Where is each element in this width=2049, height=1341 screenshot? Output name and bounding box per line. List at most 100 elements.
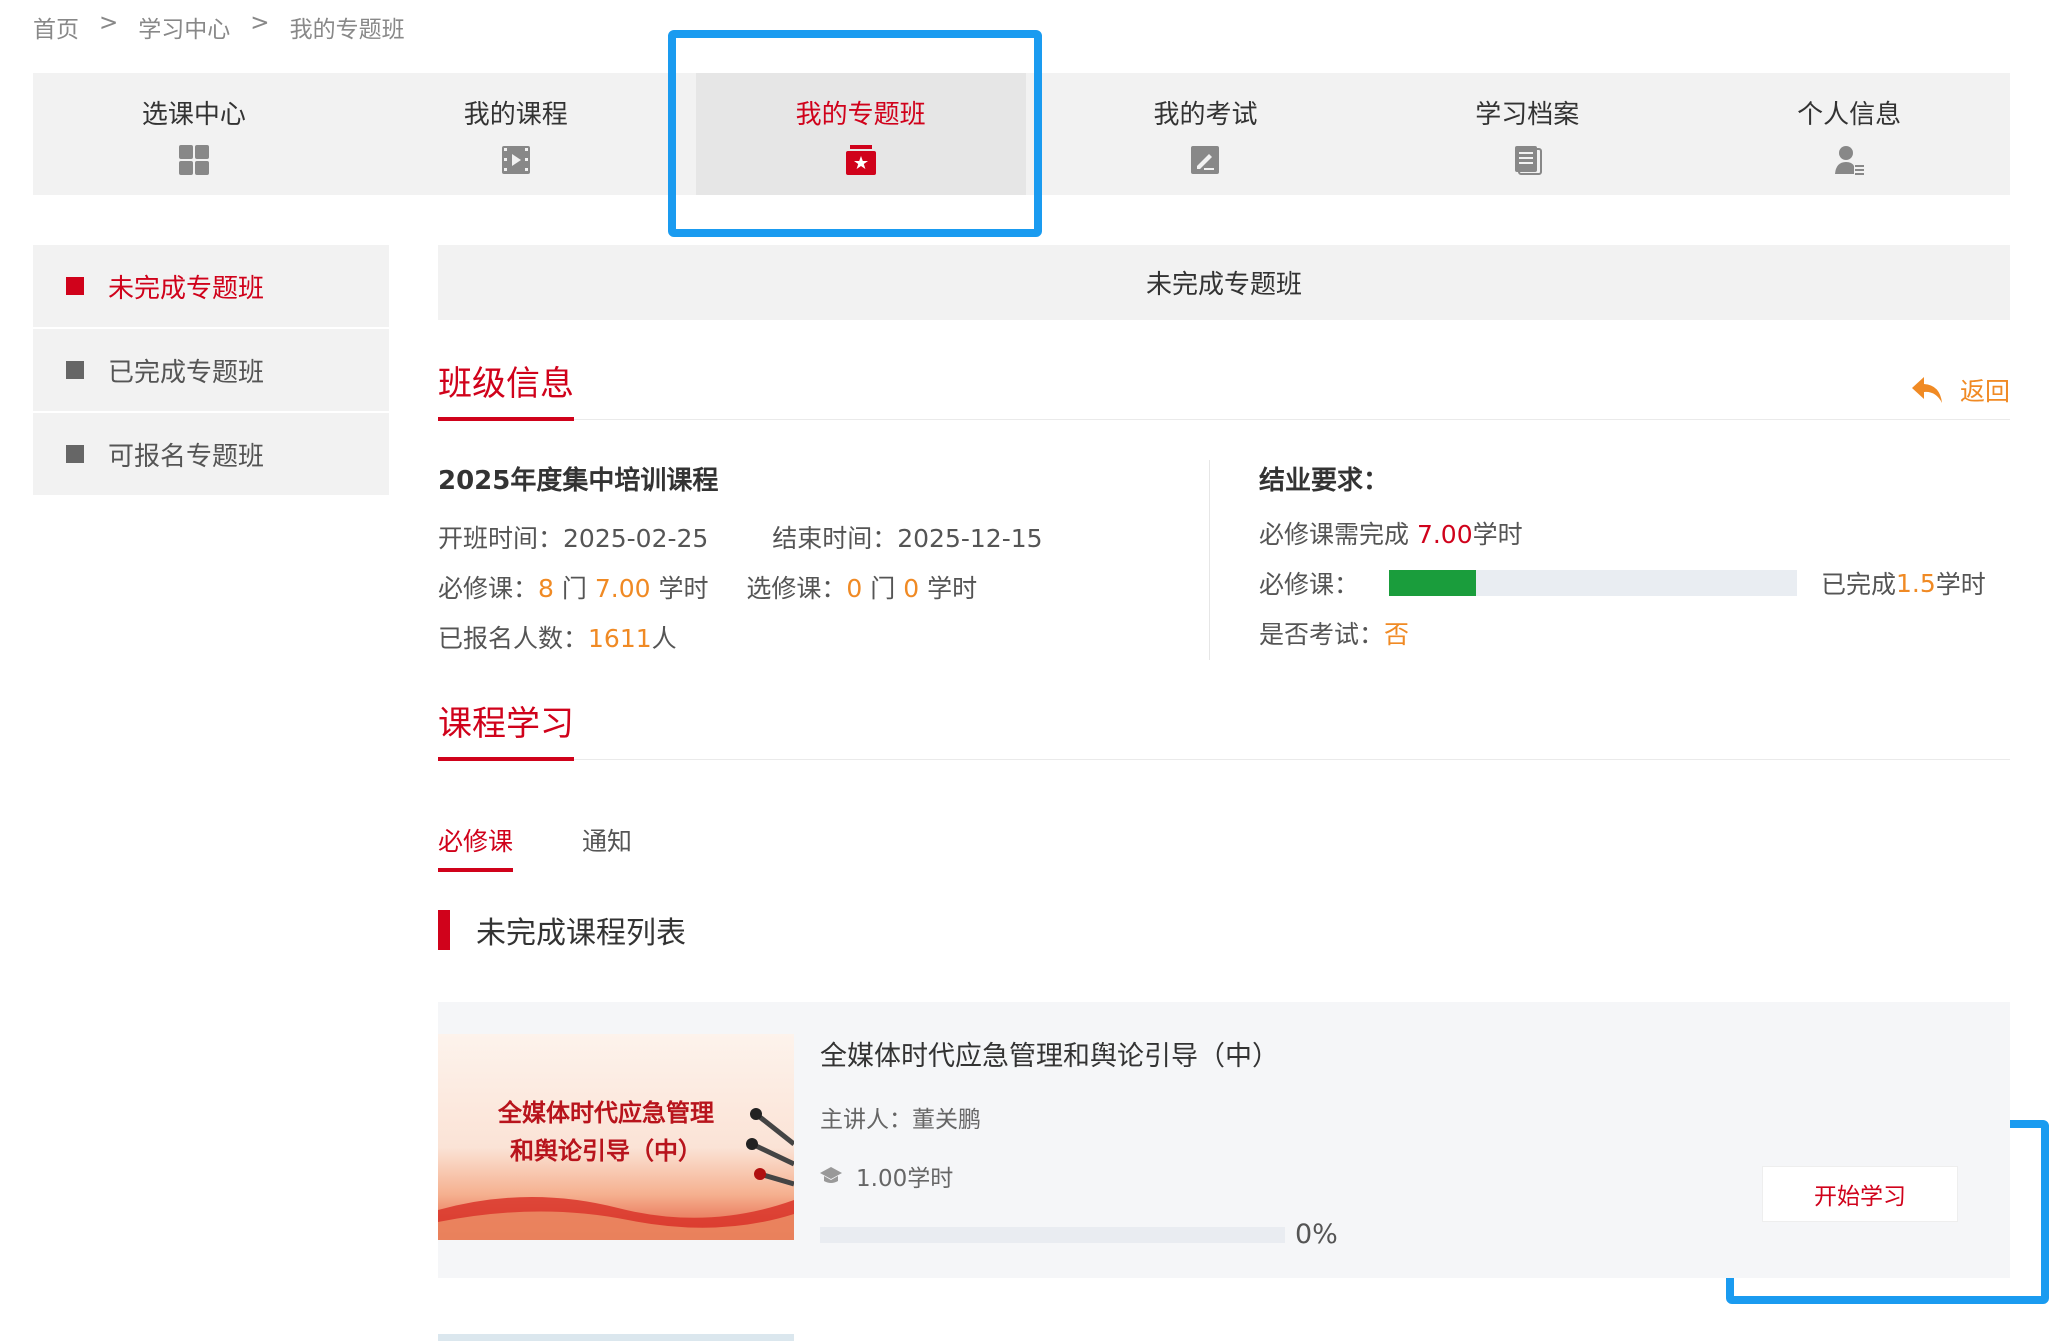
- start-learning-button[interactable]: 开始学习: [1762, 1166, 1958, 1222]
- nav-personal-info[interactable]: 个人信息: [1688, 73, 2010, 195]
- nav-label: 我的专题班: [795, 99, 926, 130]
- sidebar-item-enrollable[interactable]: 可报名专题班: [33, 413, 389, 495]
- nav-course-center[interactable]: 选课中心: [33, 73, 355, 195]
- graduation-cap-icon: [820, 1167, 842, 1183]
- enrolled-count: 1611: [588, 624, 652, 653]
- requirement-prefix: 必修课需完成: [1259, 520, 1417, 549]
- unit-people: 人: [651, 624, 677, 653]
- course-tabs: 必修课 通知: [438, 780, 2010, 880]
- required-progress-row: 必修课： 已完成 1.5 学时: [1259, 565, 2010, 601]
- requirements-title: 结业要求：: [1259, 466, 1390, 496]
- sidebar-item-label: 可报名专题班: [108, 441, 265, 472]
- enrolled-label: 已报名人数：: [438, 624, 589, 653]
- course-name: 2025年度集中培训课程: [438, 466, 719, 496]
- unit-hours: 学时: [658, 574, 709, 603]
- back-label: 返回: [1959, 377, 2010, 406]
- breadcrumb-separator: >: [250, 10, 270, 36]
- tab-required[interactable]: 必修课: [438, 822, 514, 872]
- incomplete-list-title: 未完成课程列表: [438, 910, 2010, 951]
- breadcrumb: 首页 > 学习中心 > 我的专题班: [33, 10, 405, 44]
- course-count-line: 必修课：8 门 7.00 学时 选修课：0 门 0 学时: [438, 569, 1209, 605]
- end-date: 2025-12-15: [897, 524, 1043, 553]
- breadcrumb-learning-center[interactable]: 学习中心: [138, 10, 230, 44]
- course-study-title: 课程学习: [438, 696, 574, 761]
- grid-icon: [178, 144, 209, 175]
- elective-label: 选修课：: [746, 574, 847, 603]
- nav-label: 我的考试: [1153, 99, 1258, 130]
- exam-line: 是否考试：否: [1259, 615, 2010, 651]
- unit-men: 门: [561, 574, 587, 603]
- nav-label: 选课中心: [141, 99, 246, 130]
- nav-my-exams[interactable]: 我的考试: [1045, 73, 1367, 195]
- back-button[interactable]: 返回: [1911, 372, 2010, 408]
- class-info-header: 班级信息 返回: [438, 320, 2010, 421]
- square-bullet-icon: [66, 277, 84, 295]
- top-nav: 选课中心 我的课程 我的专题班 我的考试 学习档案 个人信息: [33, 73, 2010, 195]
- required-progress-label: 必修课：: [1259, 570, 1360, 599]
- date-line: 开班时间：2025-02-25 结束时间：2025-12-15: [438, 519, 1209, 555]
- start-label: 开班时间：: [438, 524, 564, 553]
- course-hours: 1.00学时: [820, 1159, 953, 1193]
- unit-hours: 学时: [1935, 570, 1986, 599]
- exam-label: 是否考试：: [1259, 620, 1385, 649]
- sidebar-item-completed[interactable]: 已完成专题班: [33, 329, 389, 411]
- course-hours-value: 1.00学时: [856, 1166, 954, 1192]
- completion-requirements: 结业要求： 必修课需完成 7.00学时 必修课： 已完成 1.5 学时 是否考试：否: [1259, 460, 2010, 665]
- next-course-thumbnail[interactable]: [438, 1334, 794, 1341]
- completed-prefix: 已完成: [1821, 570, 1897, 599]
- requirement-line: 必修课需完成 7.00学时: [1259, 515, 2010, 551]
- breadcrumb-current: 我的专题班: [289, 17, 405, 43]
- course-progress-percent: 0%: [1295, 1219, 1338, 1250]
- course-progress: 0%: [820, 1219, 1338, 1250]
- unit-hours: 学时: [927, 574, 978, 603]
- class-info: 2025年度集中培训课程 开班时间：2025-02-25 结束时间：2025-1…: [438, 420, 2010, 665]
- requirement-hours: 7.00: [1416, 520, 1473, 549]
- course-thumbnail[interactable]: 全媒体时代应急管理 和舆论引导（中）: [438, 1034, 794, 1240]
- nav-my-courses[interactable]: 我的课程: [355, 73, 677, 195]
- required-label: 必修课：: [438, 574, 539, 603]
- square-bullet-icon: [66, 361, 84, 379]
- main-content: 未完成专题班 班级信息 返回 2025年度集中培训课程 开班时间：2025-02…: [438, 245, 2010, 1278]
- nav-label: 个人信息: [1797, 99, 1902, 130]
- sidebar-item-incomplete[interactable]: 未完成专题班: [33, 245, 389, 327]
- document-icon: [1515, 145, 1543, 175]
- sidebar-item-label: 未完成专题班: [108, 273, 265, 304]
- course-title[interactable]: 全媒体时代应急管理和舆论引导（中）: [820, 1034, 1279, 1073]
- required-count: 8: [538, 574, 554, 603]
- course-card: 全媒体时代应急管理 和舆论引导（中） 全媒体时代应急管理和舆论引导（中） 主讲人…: [438, 1002, 2010, 1278]
- thumbnail-line-2: 和舆论引导（中）: [510, 1136, 702, 1165]
- nav-my-special-class[interactable]: 我的专题班: [695, 73, 1026, 195]
- required-progress-bar: [1389, 570, 1798, 596]
- exam-edit-icon: [1191, 145, 1220, 174]
- list-title-text: 未完成课程列表: [476, 916, 686, 951]
- tab-notice[interactable]: 通知: [582, 822, 632, 868]
- unit-men: 门: [870, 574, 896, 603]
- required-progress-fill: [1389, 570, 1477, 596]
- elective-hours: 0: [903, 574, 920, 603]
- class-info-title: 班级信息: [438, 356, 574, 421]
- course-study-header: 课程学习: [438, 665, 2010, 761]
- thumbnail-line-1: 全媒体时代应急管理: [498, 1098, 714, 1127]
- required-hours: 7.00: [594, 574, 651, 603]
- exam-value: 否: [1384, 620, 1410, 649]
- reply-arrow-icon: [1911, 377, 1942, 403]
- elective-count: 0: [846, 574, 863, 603]
- course-progress-bar: [820, 1226, 1285, 1243]
- start-date: 2025-02-25: [563, 524, 709, 553]
- course-lecturer: 主讲人：董关鹏: [820, 1107, 981, 1133]
- end-label: 结束时间：: [772, 524, 898, 553]
- nav-learning-archive[interactable]: 学习档案: [1366, 73, 1688, 195]
- class-info-left: 2025年度集中培训课程 开班时间：2025-02-25 结束时间：2025-1…: [438, 460, 1210, 660]
- sidebar: 未完成专题班 已完成专题班 可报名专题班: [33, 245, 389, 497]
- breadcrumb-home[interactable]: 首页: [33, 10, 79, 44]
- enrolled-line: 已报名人数：1611人: [438, 619, 1209, 655]
- title-bar-mark: [438, 910, 450, 950]
- square-bullet-icon: [66, 445, 84, 463]
- thumbnail-text: 全媒体时代应急管理 和舆论引导（中）: [498, 1094, 714, 1170]
- video-icon: [501, 145, 530, 174]
- nav-label: 学习档案: [1475, 99, 1580, 130]
- class-badge-icon: [845, 144, 876, 175]
- unit-hours: 学时: [1472, 520, 1523, 549]
- user-info-icon: [1835, 145, 1865, 175]
- nav-label: 我的课程: [463, 99, 568, 130]
